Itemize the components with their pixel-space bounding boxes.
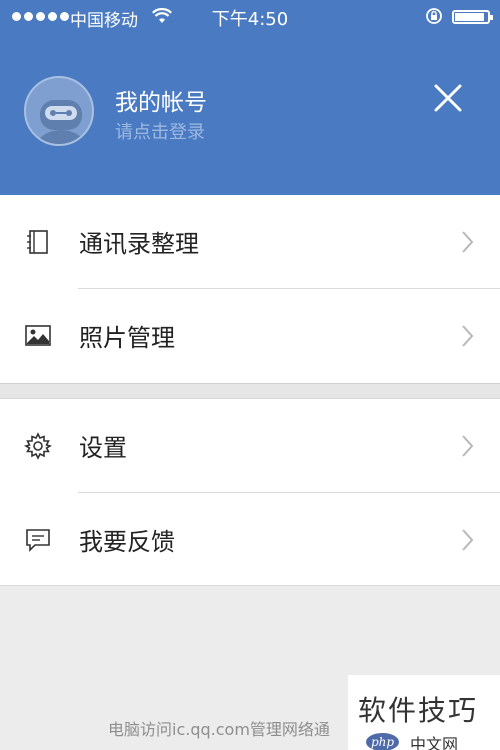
chevron-right-icon — [460, 229, 476, 255]
footer-hint[interactable]: 电脑访问ic.qq.com管理网络通 — [108, 716, 330, 740]
menu-item-label: 设置 — [79, 434, 127, 462]
status-bar: 中国移动 下午4:50 — [0, 0, 500, 34]
chevron-right-icon — [460, 323, 476, 349]
photo-icon — [24, 322, 52, 350]
watermark: 软件技巧 php 中文网 — [348, 675, 500, 750]
menu-item-label: 我要反馈 — [79, 528, 175, 556]
watermark-site: 中文网 — [410, 735, 459, 750]
login-prompt[interactable]: 请点击登录 — [115, 118, 205, 144]
address-book-icon — [24, 228, 52, 256]
gear-icon — [23, 432, 53, 460]
close-icon — [434, 84, 462, 112]
php-logo: php — [366, 733, 400, 750]
menu-group-primary: 通讯录整理 照片管理 — [0, 195, 500, 383]
close-button[interactable] — [428, 78, 468, 118]
menu-group-secondary: 设置 我要反馈 — [0, 398, 500, 586]
battery-icon — [452, 10, 493, 24]
section-separator — [0, 383, 500, 398]
header: 中国移动 下午4:50 我的帐号 请点击登录 — [0, 0, 500, 195]
menu-item-feedback[interactable]: 我要反馈 — [0, 493, 500, 586]
battery-level — [455, 13, 484, 21]
menu-item-label: 照片管理 — [79, 324, 175, 352]
rotation-lock-icon — [424, 6, 444, 31]
menu-item-photos[interactable]: 照片管理 — [0, 289, 500, 382]
menu-item-settings[interactable]: 设置 — [0, 399, 500, 492]
account-title[interactable]: 我的帐号 — [115, 83, 207, 117]
avatar[interactable] — [24, 76, 94, 146]
watermark-title: 软件技巧 — [358, 694, 479, 727]
menu-item-label: 通讯录整理 — [79, 230, 199, 258]
feedback-icon — [24, 526, 52, 554]
menu-item-contacts[interactable]: 通讯录整理 — [0, 195, 500, 288]
chevron-right-icon — [460, 433, 476, 459]
chevron-right-icon — [460, 527, 476, 553]
